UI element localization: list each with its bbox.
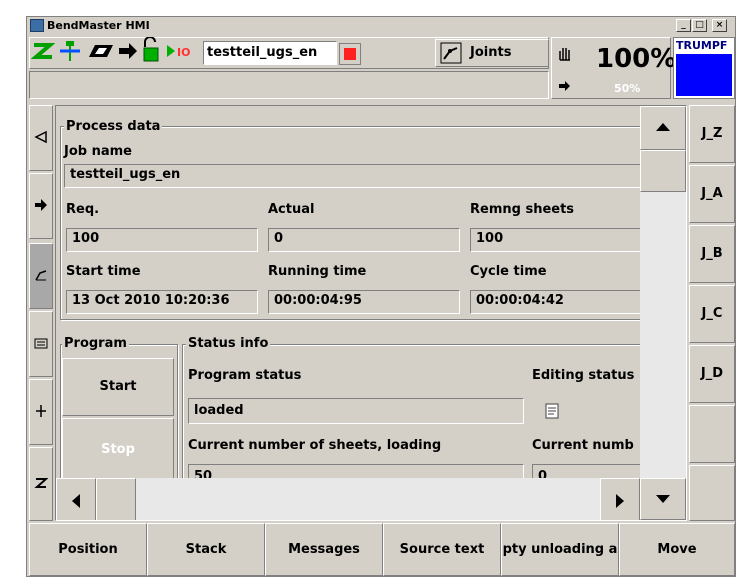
start-button[interactable]: Start <box>62 358 174 416</box>
source-text-button[interactable]: Source text <box>383 523 501 576</box>
actual-field: 0 <box>268 228 460 252</box>
brand-logo: TRUMPF <box>673 37 735 99</box>
stack-button[interactable]: Stack <box>147 523 265 576</box>
app-window: BendMaster HMI _ □ × IO testteil_ugs_en <box>26 16 736 577</box>
job-name-field: testteil_ugs_en <box>64 164 684 188</box>
move-button[interactable]: Move <box>619 523 735 576</box>
arrow-down-icon <box>656 495 670 503</box>
override-panel: 100% 50% <box>551 37 676 99</box>
req-label: Req. <box>66 202 100 217</box>
arrow-up-icon <box>656 123 670 131</box>
current-numb-label: Current numb <box>532 438 634 453</box>
io-icon[interactable]: IO <box>165 41 197 61</box>
svg-text:IO: IO <box>177 46 190 59</box>
joints-small-icon <box>35 270 47 281</box>
messages-button[interactable]: Messages <box>265 523 383 576</box>
req-field: 100 <box>66 228 258 252</box>
horizontal-scrollbar[interactable] <box>56 478 640 520</box>
left-button-joints[interactable] <box>29 243 53 309</box>
speed-icon <box>559 81 570 91</box>
run-icon[interactable] <box>89 43 115 59</box>
editing-status-icon <box>545 403 559 419</box>
message-bar <box>29 71 549 99</box>
cycle-time-label: Cycle time <box>470 264 547 279</box>
j-b-button[interactable]: J_B <box>689 225 735 283</box>
brand-block <box>676 54 732 96</box>
position-button[interactable]: Position <box>29 523 147 576</box>
list-icon <box>34 338 48 349</box>
override-percent: 100% <box>596 44 677 74</box>
start-time-field: 13 Oct 2010 10:20:36 <box>66 290 258 314</box>
scroll-up-button[interactable] <box>640 106 686 150</box>
scroll-down-button[interactable] <box>640 478 686 520</box>
current-sheets-label: Current number of sheets, loading <box>188 438 442 453</box>
running-time-field: 00:00:04:95 <box>268 290 460 314</box>
j-a-button[interactable]: J_A <box>689 165 735 223</box>
actual-label: Actual <box>268 202 315 217</box>
left-button-next[interactable] <box>29 173 53 239</box>
stop-button[interactable]: Stop <box>62 418 174 482</box>
running-time-label: Running time <box>268 264 367 279</box>
next-icon[interactable] <box>117 41 139 61</box>
editing-status-label: Editing status <box>532 368 635 383</box>
scroll-left-button[interactable] <box>56 478 96 520</box>
minimize-button[interactable]: _ <box>676 19 691 32</box>
app-icon <box>30 19 44 32</box>
j-c-button[interactable]: J_C <box>689 285 735 343</box>
tool-icon[interactable] <box>57 39 83 63</box>
mode-button[interactable]: Joints <box>435 39 549 67</box>
joints-icon <box>440 42 462 64</box>
program-title: Program <box>62 336 129 351</box>
process-data-title: Process data <box>64 119 163 134</box>
speed-percent: 50% <box>614 82 641 95</box>
scroll-right-button[interactable] <box>600 478 640 520</box>
hand-icon <box>559 48 570 61</box>
job-name-label: Job name <box>64 144 132 159</box>
tool-small-icon <box>36 405 46 417</box>
stop-icon <box>344 48 356 60</box>
left-button-back[interactable] <box>29 105 53 171</box>
empty-unloading-button[interactable]: pty unloading a <box>501 523 619 576</box>
status-info-title: Status info <box>186 336 271 351</box>
title-bar: BendMaster HMI _ □ × <box>27 17 735 35</box>
program-status-label: Program status <box>188 368 302 383</box>
right-empty-button-1[interactable] <box>689 405 735 463</box>
job-selector-field[interactable]: testteil_ugs_en <box>203 41 337 65</box>
brand-name: TRUMPF <box>676 39 728 52</box>
program-status-field: loaded <box>188 398 524 424</box>
arrow-right-scroll-icon <box>616 494 624 508</box>
scroll-thumb[interactable] <box>640 150 686 192</box>
z-axis-icon[interactable] <box>31 41 55 61</box>
left-button-z[interactable] <box>29 447 53 521</box>
j-d-button[interactable]: J_D <box>689 345 735 403</box>
mode-label: Joints <box>470 45 512 60</box>
start-time-label: Start time <box>66 264 141 279</box>
j-z-button[interactable]: J_Z <box>689 105 735 163</box>
left-button-list[interactable] <box>29 311 53 377</box>
arrow-left-icon <box>34 130 47 144</box>
z-small-icon <box>34 478 49 488</box>
arrow-left-scroll-icon <box>72 494 80 508</box>
main-panel: Process data Job name testteil_ugs_en Re… <box>55 105 687 521</box>
stop-indicator[interactable] <box>339 43 361 65</box>
window-title: BendMaster HMI <box>47 19 150 32</box>
close-button[interactable]: × <box>712 19 727 32</box>
arrow-right-icon <box>35 199 47 211</box>
left-button-tool[interactable] <box>29 379 53 445</box>
remng-sheets-label: Remng sheets <box>470 202 575 217</box>
right-empty-button-2[interactable] <box>689 465 735 521</box>
h-scroll-thumb[interactable] <box>96 478 136 520</box>
maximize-button[interactable]: □ <box>692 19 707 32</box>
unlock-icon[interactable] <box>141 37 163 63</box>
